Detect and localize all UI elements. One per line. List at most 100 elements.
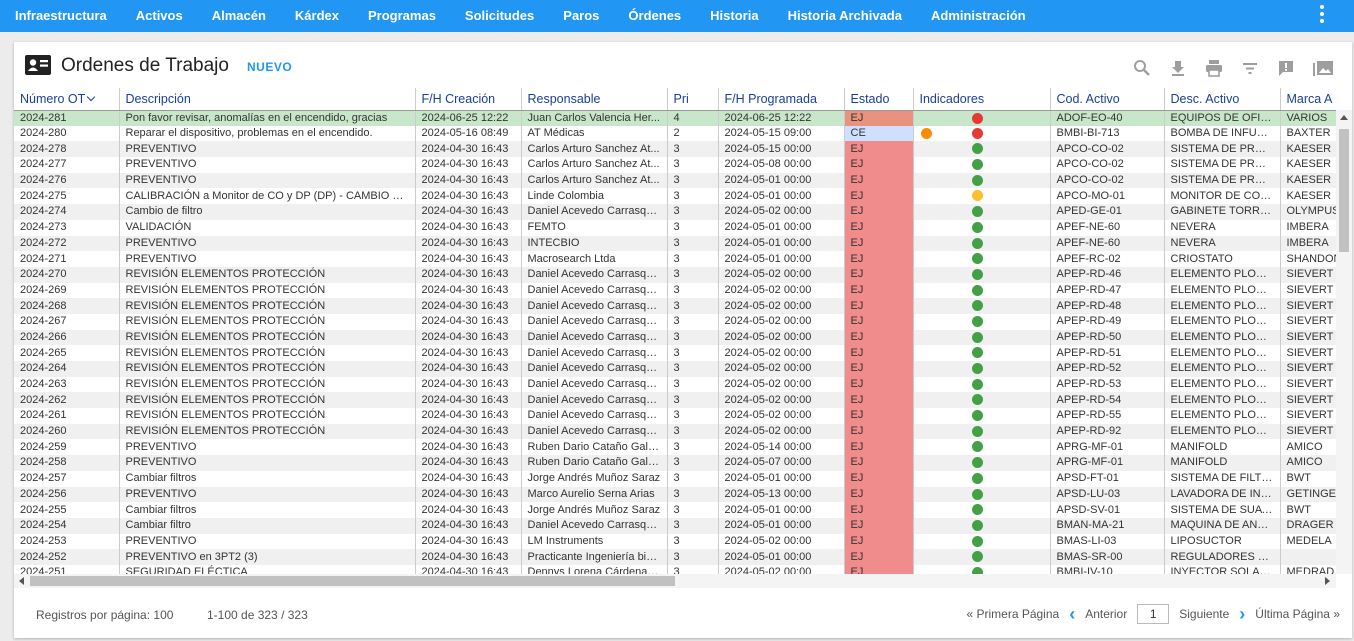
table-row[interactable]: 2024-258 PREVENTIVO 2024-04-30 16:43 Ruben … — [14, 455, 1336, 471]
cell-numero-ot: 2024-251 — [14, 564, 120, 574]
cell-responsable: Carlos Arturo Sanchez At... — [521, 157, 668, 173]
download-icon[interactable] — [1168, 58, 1190, 78]
cell-fh-creacion: 2024-04-30 16:43 — [415, 157, 522, 173]
cell-descripcion: Reparar el dispositivo, problemas en el … — [119, 125, 416, 142]
table-row[interactable]: 2024-275 CALIBRACIÓN a Monitor de CO y DP… — [14, 188, 1336, 205]
indicator-dot-green — [971, 488, 983, 500]
table-row[interactable]: 2024-255 Cambiar filtros 2024-04-30 16:43 J… — [14, 502, 1336, 518]
col-marca[interactable]: Marca A — [1280, 88, 1336, 111]
cell-descripcion: VALIDACIÓN — [119, 219, 416, 236]
cell-fh-creacion: 2024-06-25 12:22 — [415, 110, 522, 126]
table-row[interactable]: 2024-266 REVISIÓN ELEMENTOS PROTECCIÓN 202… — [14, 329, 1336, 346]
horizontal-scroll-thumb[interactable] — [30, 576, 675, 586]
nav-programas[interactable]: Programas — [354, 0, 451, 32]
cell-desc-activo: ELEMENTO PLOMA... — [1164, 361, 1281, 377]
search-icon[interactable] — [1132, 58, 1154, 78]
nav-paros[interactable]: Paros — [549, 0, 614, 32]
table-row[interactable]: 2024-262 REVISIÓN ELEMENTOS PROTECCIÓN 202… — [14, 392, 1336, 409]
nav-historia-archivada[interactable]: Historia Archivada — [773, 0, 916, 32]
rows-per-page[interactable]: Registros por página: 100 — [36, 608, 173, 622]
nav-solicitudes[interactable]: Solicitudes — [450, 0, 548, 32]
table-row[interactable]: 2024-270 REVISIÓN ELEMENTOS PROTECCIÓN 202… — [14, 266, 1336, 283]
cell-descripcion: Cambiar filtros — [119, 470, 416, 487]
cell-cod-activo: APEP-RD-92 — [1050, 423, 1165, 440]
gallery-icon[interactable] — [1312, 58, 1334, 78]
scroll-left-icon[interactable] — [19, 577, 24, 585]
table-row[interactable]: 2024-254 Cambiar filtro 2024-04-30 16:43 Da… — [14, 517, 1336, 534]
table-row[interactable]: 2024-267 REVISIÓN ELEMENTOS PROTECCIÓN 202… — [14, 313, 1336, 330]
nav-historia[interactable]: Historia — [696, 0, 773, 32]
table-row[interactable]: 2024-256 PREVENTIVO 2024-04-30 16:43 Marco … — [14, 486, 1336, 503]
table-row[interactable]: 2024-252 PREVENTIVO en 3PT2 (3) 2024-04-30… — [14, 549, 1336, 565]
last-page-link[interactable]: Última Página » — [1255, 607, 1340, 621]
indicator-dot-green — [971, 535, 983, 547]
table-row[interactable]: 2024-276 PREVENTIVO 2024-04-30 16:43 Carlos… — [14, 172, 1336, 189]
table-row[interactable]: 2024-280 Reparar el dispositivo, problema… — [14, 125, 1336, 142]
chevron-left-icon[interactable]: ‹ — [1069, 605, 1075, 623]
horizontal-scrollbar[interactable] — [14, 574, 1336, 588]
nav-kardex[interactable]: Kárdex — [280, 0, 353, 32]
filter-icon[interactable] — [1240, 58, 1262, 78]
cell-fh-programada: 2024-05-02 00:00 — [718, 376, 845, 393]
nav-administracion[interactable]: Administración — [916, 0, 1040, 32]
cell-indicadores — [913, 141, 1051, 158]
cell-fh-programada: 2024-05-14 00:00 — [718, 439, 845, 456]
col-descripcion[interactable]: Descripción — [119, 88, 416, 111]
page-number-input[interactable] — [1137, 604, 1170, 624]
table-row[interactable]: 2024-259 PREVENTIVO 2024-04-30 16:43 Ruben … — [14, 439, 1336, 456]
table-row[interactable]: 2024-278 PREVENTIVO 2024-04-30 16:43 Carlos… — [14, 141, 1336, 158]
prev-page-link[interactable]: Anterior — [1085, 607, 1127, 621]
col-desc-activo[interactable]: Desc. Activo — [1164, 88, 1281, 111]
col-fh-creacion[interactable]: F/H Creación — [415, 88, 522, 111]
table-row[interactable]: 2024-281 Pon favor revisar, anomalías en … — [14, 110, 1336, 126]
table-row[interactable]: 2024-261 REVISIÓN ELEMENTOS PROTECCIÓN 202… — [14, 408, 1336, 424]
table-row[interactable]: 2024-269 REVISIÓN ELEMENTOS PROTECCIÓN 202… — [14, 282, 1336, 299]
cell-responsable: Carlos Arturo Sanchez At... — [521, 141, 668, 158]
table-row[interactable]: 2024-268 REVISIÓN ELEMENTOS PROTECCIÓN 202… — [14, 298, 1336, 314]
cell-estado: EJ — [844, 110, 914, 126]
chevron-right-icon[interactable]: › — [1239, 605, 1245, 623]
comment-icon[interactable] — [1276, 58, 1298, 78]
cell-fh-creacion: 2024-04-30 16:43 — [415, 564, 522, 574]
col-indicadores[interactable]: Indicadores — [913, 88, 1051, 111]
table-row[interactable]: 2024-277 PREVENTIVO 2024-04-30 16:43 Carlos… — [14, 157, 1336, 173]
next-page-link[interactable]: Siguiente — [1179, 607, 1229, 621]
scroll-right-icon[interactable] — [1325, 577, 1330, 585]
table-row[interactable]: 2024-265 REVISIÓN ELEMENTOS PROTECCIÓN 202… — [14, 345, 1336, 361]
table-row[interactable]: 2024-264 REVISIÓN ELEMENTOS PROTECCIÓN 202… — [14, 361, 1336, 377]
new-order-button[interactable]: NUEVO — [247, 60, 292, 74]
nav-infraestructura[interactable]: Infraestructura — [0, 0, 121, 32]
cell-fh-programada: 2024-05-01 00:00 — [718, 470, 845, 487]
table-row[interactable]: 2024-274 Cambio de filtro 2024-04-30 16:43… — [14, 204, 1336, 220]
table-row[interactable]: 2024-271 PREVENTIVO 2024-04-30 16:43 Macros… — [14, 251, 1336, 267]
table-row[interactable]: 2024-272 PREVENTIVO 2024-04-30 16:43 INTECB… — [14, 235, 1336, 252]
table-row[interactable]: 2024-263 REVISIÓN ELEMENTOS PROTECCIÓN 202… — [14, 376, 1336, 393]
col-estado[interactable]: Estado — [844, 88, 914, 111]
nav-almacen[interactable]: Almacén — [197, 0, 280, 32]
cell-fh-programada: 2024-06-25 12:22 — [718, 110, 845, 126]
table-row[interactable]: 2024-260 REVISIÓN ELEMENTOS PROTECCIÓN 202… — [14, 423, 1336, 440]
cell-descripcion: PREVENTIVO — [119, 439, 416, 456]
col-cod-activo[interactable]: Cod. Activo — [1050, 88, 1165, 111]
col-fh-programada[interactable]: F/H Programada — [718, 88, 845, 111]
table-row[interactable]: 2024-251 SEGURIDAD ELÉCTICA 2024-04-30 16:… — [14, 564, 1336, 574]
cell-fh-programada: 2024-05-01 00:00 — [718, 188, 845, 205]
cell-pri: 3 — [667, 392, 719, 409]
table-row[interactable]: 2024-257 Cambiar filtros 2024-04-30 16:43 J… — [14, 470, 1336, 487]
table-row[interactable]: 2024-273 VALIDACIÓN 2024-04-30 16:43 FEMTO 3… — [14, 219, 1336, 236]
nav-activos[interactable]: Activos — [121, 0, 197, 32]
cell-numero-ot: 2024-252 — [14, 549, 120, 565]
nav-ordenes[interactable]: Órdenes — [614, 0, 696, 32]
scroll-up-icon[interactable] — [1340, 115, 1348, 120]
table-row[interactable]: 2024-253 PREVENTIVO 2024-04-30 16:43 LM Ins… — [14, 533, 1336, 550]
vertical-scrollbar[interactable] — [1336, 110, 1352, 574]
col-numero-ot[interactable]: Número OT — [14, 88, 120, 111]
more-vert-icon[interactable] — [1318, 4, 1326, 24]
first-page-link[interactable]: « Primera Página — [966, 607, 1059, 621]
col-responsable[interactable]: Responsable — [521, 88, 668, 111]
cell-indicadores — [913, 110, 1051, 126]
vertical-scroll-thumb[interactable] — [1339, 129, 1349, 252]
print-icon[interactable] — [1204, 58, 1226, 78]
col-pri[interactable]: Pri — [667, 88, 719, 111]
cell-pri: 3 — [667, 455, 719, 471]
